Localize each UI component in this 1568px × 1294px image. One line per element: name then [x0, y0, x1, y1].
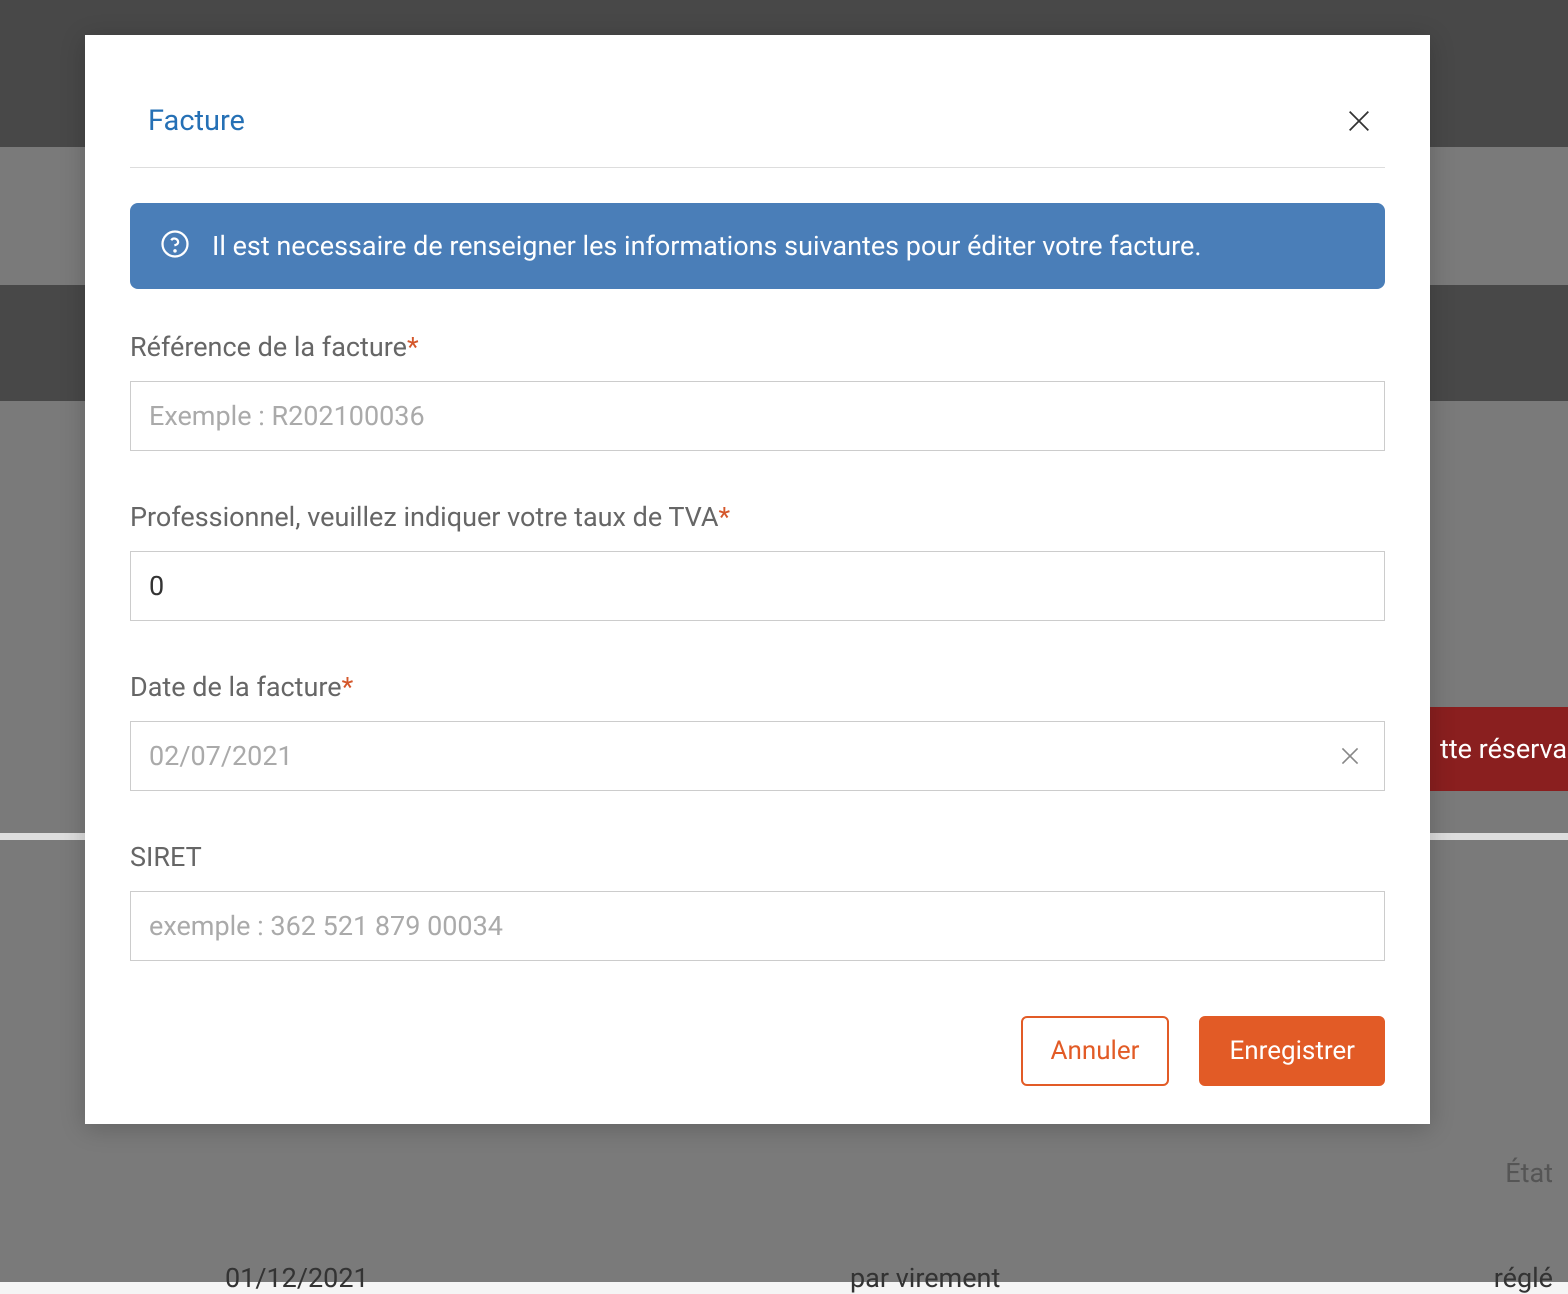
modal-title: Facture [148, 104, 245, 138]
bg-row-date: 01/12/2021 [225, 1262, 369, 1294]
date-label: Date de la facture* [130, 671, 1385, 703]
close-icon [1345, 107, 1373, 135]
date-field-group: Date de la facture* [130, 671, 1385, 791]
modal-footer: Annuler Enregistrer [130, 1016, 1385, 1086]
modal-header: Facture [130, 103, 1385, 168]
bg-row-status: réglé [1494, 1262, 1553, 1294]
invoice-modal: Facture Il est necessaire de renseigner … [85, 35, 1430, 1124]
siret-label: SIRET [130, 841, 1385, 873]
reference-label: Référence de la facture* [130, 331, 1385, 363]
siret-field-group: SIRET [130, 841, 1385, 961]
cancel-button[interactable]: Annuler [1021, 1016, 1170, 1086]
help-icon [160, 229, 190, 263]
reference-field-group: Référence de la facture* [130, 331, 1385, 451]
clear-date-button[interactable] [1333, 739, 1367, 773]
info-message: Il est necessaire de renseigner les info… [212, 230, 1201, 262]
date-input[interactable] [130, 721, 1385, 791]
tva-label: Professionnel, veuillez indiquer votre t… [130, 501, 1385, 533]
bg-reservation-button: tte réserva [1428, 707, 1568, 791]
siret-input[interactable] [130, 891, 1385, 961]
info-banner: Il est necessaire de renseigner les info… [130, 203, 1385, 289]
bg-table-header-right: État [1505, 1157, 1553, 1189]
tva-field-group: Professionnel, veuillez indiquer votre t… [130, 501, 1385, 621]
clear-icon [1337, 743, 1363, 769]
bg-row-payment: par virement [850, 1262, 1000, 1294]
close-button[interactable] [1341, 103, 1377, 139]
save-button[interactable]: Enregistrer [1199, 1016, 1385, 1086]
tva-input[interactable] [130, 551, 1385, 621]
reference-input[interactable] [130, 381, 1385, 451]
